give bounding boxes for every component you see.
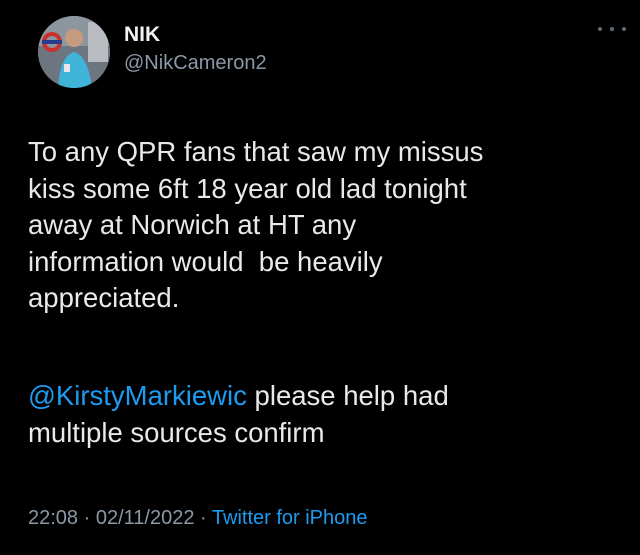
- tweet-text: To any QPR fans that saw my missus kiss …: [28, 136, 484, 313]
- tweet-reply-text: @KirstyMarkiewic please help had multiple…: [28, 378, 623, 451]
- meta-separator: ·: [194, 507, 212, 529]
- more-dot: [610, 27, 614, 31]
- avatar[interactable]: [38, 16, 110, 88]
- avatar-image: [38, 16, 110, 88]
- display-name[interactable]: NIK: [124, 22, 267, 48]
- tweet-time[interactable]: 22:08: [28, 507, 78, 529]
- more-dot: [598, 27, 602, 31]
- mention-link[interactable]: @KirstyMarkiewic: [28, 380, 247, 411]
- tweet-card: NIK @NikCameron2 To any QPR fans that sa…: [0, 0, 640, 555]
- more-options-icon[interactable]: [598, 22, 626, 36]
- reply-text-part: multiple sources confirm: [28, 416, 325, 448]
- tweet-meta: 22:08 · 02/11/2022 · Twitter for iPhone: [28, 505, 368, 531]
- user-handle[interactable]: @NikCameron2: [124, 50, 267, 76]
- tweet-source-link[interactable]: Twitter for iPhone: [212, 507, 368, 529]
- tweet-date[interactable]: 02/11/2022: [96, 507, 195, 529]
- user-names: NIK @NikCameron2: [124, 22, 267, 76]
- meta-separator: ·: [78, 507, 96, 529]
- tweet-header: NIK @NikCameron2: [38, 16, 628, 96]
- reply-text-part: please help had: [246, 380, 449, 411]
- more-dot: [622, 27, 626, 31]
